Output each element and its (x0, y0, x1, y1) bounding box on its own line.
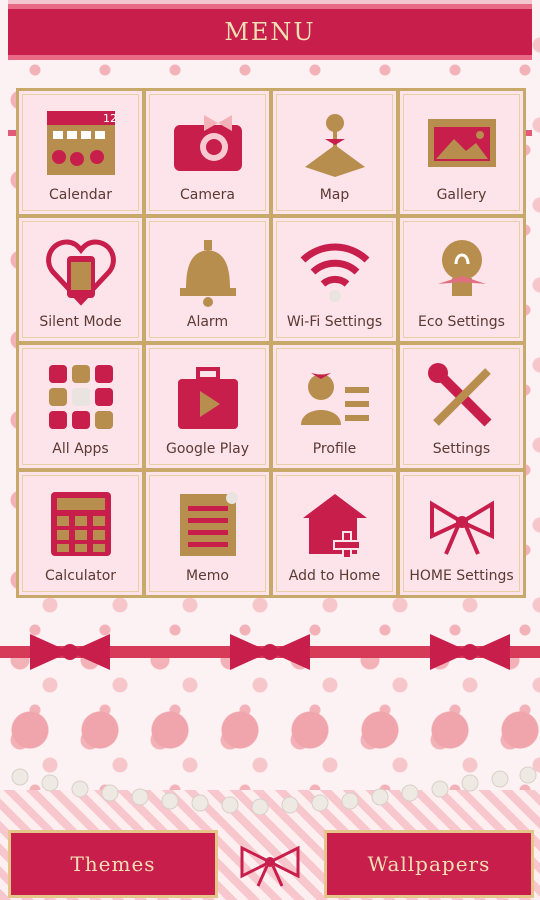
tile-settings[interactable]: Settings (400, 345, 523, 468)
settings-tools-icon (427, 363, 492, 427)
map-icon (304, 114, 365, 177)
wallpapers-label: Wallpapers (367, 852, 491, 876)
themes-label: Themes (70, 852, 156, 876)
all-apps-icon (48, 365, 113, 429)
tile-gallery[interactable]: Gallery (400, 91, 523, 214)
tile-label: Silent Mode (39, 314, 122, 330)
camera-icon (173, 115, 242, 171)
gallery-icon (427, 119, 496, 167)
tile-map[interactable]: Map (273, 91, 396, 214)
tile-label: Alarm (186, 314, 229, 330)
tile-google-play[interactable]: Google Play (146, 345, 269, 468)
tile-label: Eco Settings (418, 314, 505, 330)
tile-label: Map (319, 187, 350, 203)
tile-calendar[interactable]: 12 Calendar (19, 91, 142, 214)
profile-icon (300, 373, 369, 425)
tile-memo[interactable]: Memo (146, 472, 269, 595)
page-title: MENU (224, 18, 316, 46)
wallpapers-button[interactable]: Wallpapers (324, 830, 534, 898)
memo-icon (179, 492, 238, 556)
tile-label: Gallery (436, 187, 487, 203)
app-grid: 12 Calendar Camera Map Gallery Silent Mo… (16, 88, 526, 598)
tile-label: Calendar (49, 187, 112, 203)
calculator-icon (50, 492, 111, 556)
google-play-icon (177, 367, 238, 429)
tile-alarm[interactable]: Alarm (146, 218, 269, 341)
tile-wifi[interactable]: Wi-Fi Settings (273, 218, 396, 341)
tile-add-to-home[interactable]: Add to Home (273, 472, 396, 595)
tile-label: Camera (180, 187, 235, 203)
tile-label: Settings (432, 441, 491, 457)
tile-label: Google Play (165, 441, 249, 457)
tile-camera[interactable]: Camera (146, 91, 269, 214)
tile-label: HOME Settings (409, 568, 514, 584)
tile-silent-mode[interactable]: Silent Mode (19, 218, 142, 341)
ribbon-bow-icon (240, 845, 300, 887)
tile-label: Wi-Fi Settings (286, 314, 383, 330)
tile-all-apps[interactable]: All Apps (19, 345, 142, 468)
calendar-icon: 12 (46, 111, 117, 175)
wifi-icon (300, 243, 369, 302)
pearl-strand (11, 766, 537, 815)
calendar-badge: 12 (103, 112, 117, 125)
tile-label: Memo (186, 568, 229, 584)
eco-bulb-icon (437, 240, 486, 296)
themes-button[interactable]: Themes (8, 830, 218, 898)
tile-label: All Apps (52, 441, 109, 457)
add-to-home-icon (302, 494, 367, 559)
ribbon-bow-icon (429, 500, 494, 555)
tile-home-settings[interactable]: HOME Settings (400, 472, 523, 595)
tile-eco-settings[interactable]: Eco Settings (400, 218, 523, 341)
tile-label: Calculator (44, 568, 117, 584)
menu-header: MENU (8, 0, 532, 60)
tile-label: Add to Home (288, 568, 381, 584)
alarm-bell-icon (179, 240, 236, 307)
silent-mode-icon (45, 239, 116, 306)
tile-calculator[interactable]: Calculator (19, 472, 142, 595)
tile-label: Profile (312, 441, 357, 457)
tile-profile[interactable]: Profile (273, 345, 396, 468)
